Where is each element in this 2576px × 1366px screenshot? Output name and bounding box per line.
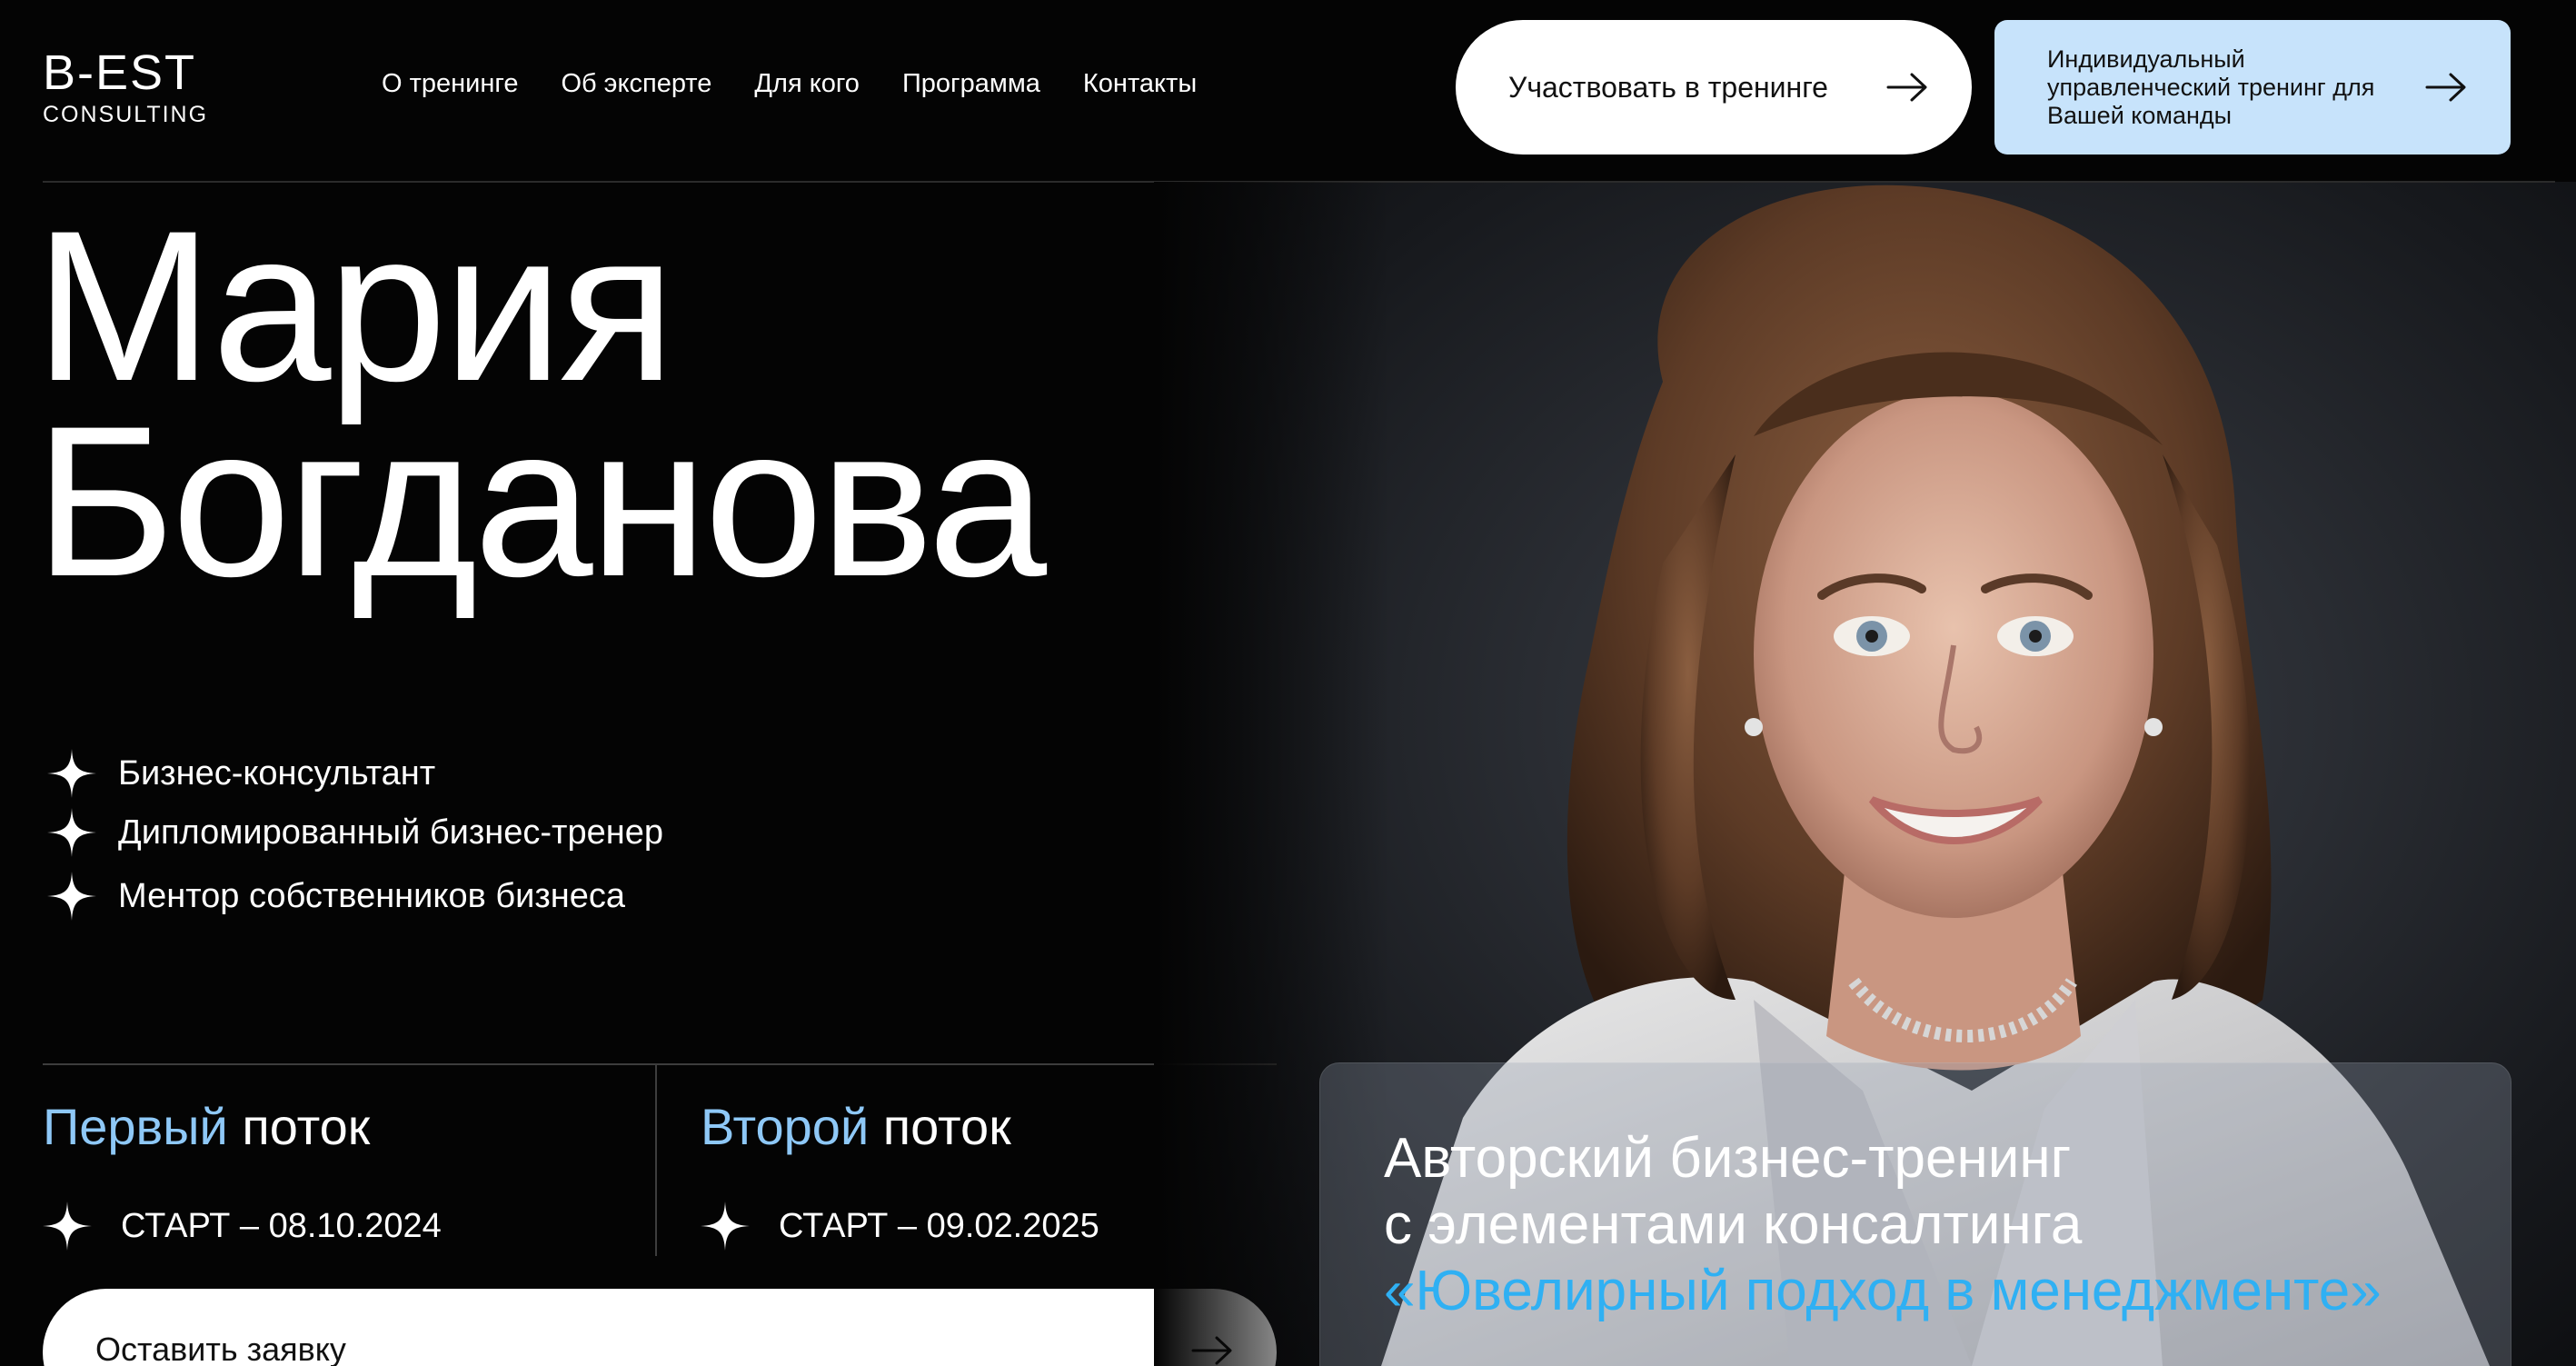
- team-training-button[interactable]: Индивидуальный управленческий тренинг дл…: [1994, 20, 2511, 155]
- stream-title-rest: поток: [869, 1098, 1011, 1155]
- nav-contacts[interactable]: Контакты: [1083, 69, 1197, 99]
- nav-for-whom[interactable]: Для кого: [754, 69, 860, 99]
- stream-title-rest: поток: [227, 1098, 371, 1155]
- expert-name: Мария Богданова: [35, 186, 1047, 622]
- expert-roles-list: Бизнес-консультант Дипломированный бизне…: [47, 749, 663, 932]
- participate-button-label: Участвовать в тренинге: [1508, 70, 1828, 104]
- logo-main-text: B-EST: [43, 45, 197, 100]
- card-line-1: Авторский бизнес-тренинг: [1384, 1127, 2072, 1190]
- apply-button-label: Оставить заявку: [95, 1331, 346, 1366]
- nav-program[interactable]: Программа: [902, 69, 1040, 99]
- expert-last-name: Богданова: [35, 382, 1047, 622]
- stream-title: Второй поток: [701, 1091, 1099, 1163]
- role-item: Ментор собственников бизнеса: [47, 872, 663, 921]
- sparkle-icon: [701, 1201, 750, 1251]
- streams-divider-top: [43, 1063, 1277, 1065]
- arrow-right-icon: [2425, 73, 2466, 102]
- expert-first-name: Мария: [35, 186, 675, 426]
- page: B-EST CONSULTING О тренинге Об эксперте …: [0, 0, 2576, 1366]
- main-nav: О тренинге Об эксперте Для кого Программ…: [382, 69, 1197, 99]
- stream-date-row: СТАРТ – 09.02.2025: [701, 1201, 1099, 1251]
- role-text: Бизнес-консультант: [118, 753, 436, 793]
- card-line-2: с элементами консалтинга: [1384, 1193, 2083, 1256]
- stream-first: Первый поток СТАРТ – 08.10.2024: [43, 1091, 442, 1251]
- logo-sub-text: CONSULTING: [43, 102, 209, 127]
- team-training-button-label: Индивидуальный управленческий тренинг дл…: [2047, 45, 2375, 129]
- stream-title-accent: Первый: [43, 1098, 228, 1155]
- sparkle-icon: [47, 808, 96, 857]
- stream-start-date: СТАРТ – 08.10.2024: [121, 1206, 442, 1245]
- nav-about-training[interactable]: О тренинге: [382, 69, 518, 99]
- sparkle-icon: [47, 872, 96, 921]
- site-header: B-EST CONSULTING О тренинге Об эксперте …: [0, 0, 2576, 182]
- stream-date-row: СТАРТ – 08.10.2024: [43, 1201, 442, 1251]
- role-text: Дипломированный бизнес-тренер: [118, 813, 663, 852]
- stream-title: Первый поток: [43, 1091, 442, 1163]
- sparkle-icon: [43, 1201, 92, 1251]
- sparkle-icon: [47, 749, 96, 798]
- nav-about-expert[interactable]: Об эксперте: [561, 69, 711, 99]
- stream-start-date: СТАРТ – 09.02.2025: [779, 1206, 1099, 1245]
- card-training-title: «Ювелирный подход в менеджменте»: [1384, 1260, 2382, 1322]
- participate-button[interactable]: Участвовать в тренинге: [1456, 20, 1972, 155]
- stream-second: Второй поток СТАРТ – 09.02.2025: [701, 1091, 1099, 1251]
- training-info-card: Авторский бизнес-тренинг с элементами ко…: [1319, 1062, 2511, 1366]
- role-item: Дипломированный бизнес-тренер: [47, 808, 663, 857]
- role-item: Бизнес-консультант: [47, 749, 663, 798]
- logo[interactable]: B-EST CONSULTING: [43, 45, 208, 127]
- streams-divider-vertical: [655, 1063, 657, 1256]
- stream-title-accent: Второй: [701, 1098, 870, 1155]
- role-text: Ментор собственников бизнеса: [118, 876, 625, 915]
- apply-button[interactable]: Оставить заявку: [43, 1289, 1277, 1366]
- arrow-right-icon: [1886, 73, 1927, 102]
